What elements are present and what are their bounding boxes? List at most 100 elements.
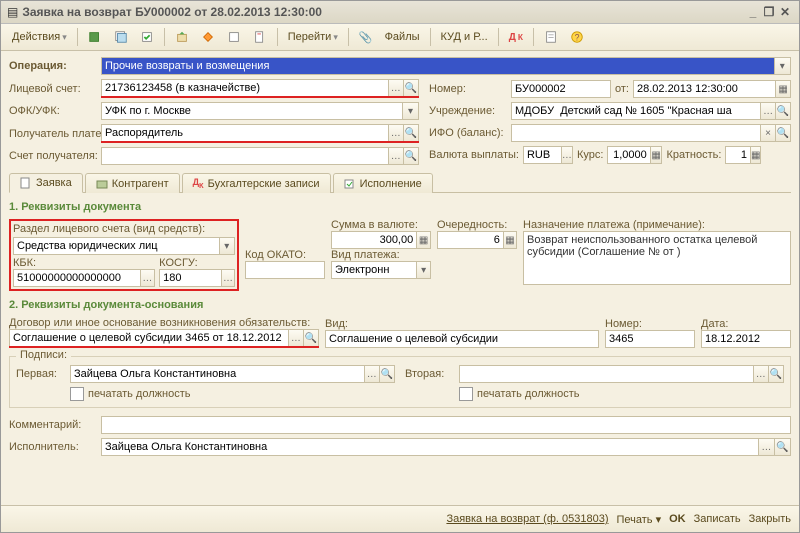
recipient-field[interactable]: … 🔍 [101, 124, 419, 142]
rate-calc[interactable]: ▦ [650, 147, 662, 163]
ofk-input[interactable] [102, 103, 402, 119]
first-sign-lookup[interactable]: … [364, 366, 379, 382]
comment-field[interactable] [101, 416, 791, 434]
toolbar-icon-6[interactable] [222, 27, 246, 47]
recipient-lookup[interactable]: … [388, 125, 403, 141]
tab-accounting[interactable]: ДКБухгалтерские записи [182, 173, 331, 193]
sum-calc[interactable]: ▦ [416, 232, 430, 248]
sum-field[interactable]: ▦ [331, 231, 431, 249]
toolbar-icon-4[interactable] [170, 27, 194, 47]
account-field[interactable]: … 🔍 [101, 79, 419, 97]
ifo-clear[interactable]: × [760, 125, 775, 141]
number-field[interactable] [511, 80, 611, 98]
close-button-bottom[interactable]: Закрыть [749, 513, 791, 525]
toolbar-icon-dk[interactable]: ДК [504, 29, 528, 46]
priority-calc[interactable]: ▦ [503, 232, 516, 248]
recipient-open[interactable]: 🔍 [403, 125, 418, 141]
currency-input[interactable] [524, 147, 561, 163]
ofk-dropdown[interactable]: ▾ [402, 103, 418, 119]
kbk-field[interactable]: … [13, 269, 155, 287]
currency-lookup[interactable]: … [561, 147, 572, 163]
purpose-field[interactable]: Возврат неиспользованного остатка целево… [523, 231, 791, 285]
toolbar-icon-5[interactable] [196, 27, 220, 47]
org-lookup[interactable]: … [760, 103, 775, 119]
save-button[interactable]: Записать [694, 513, 741, 525]
mult-input[interactable] [726, 147, 750, 163]
minimize-button[interactable]: _ [745, 5, 761, 19]
org-input[interactable] [512, 103, 760, 119]
rate-input[interactable] [608, 147, 649, 163]
ok-button[interactable]: OK [669, 513, 686, 525]
first-sign-open[interactable]: 🔍 [379, 366, 394, 382]
tab-counterparty[interactable]: Контрагент [85, 173, 180, 193]
account-input[interactable] [102, 80, 388, 96]
first-sign-field[interactable]: … 🔍 [70, 365, 395, 383]
second-sign-input[interactable] [460, 366, 753, 382]
currency-field[interactable]: … [523, 146, 573, 164]
toolbar-icon-7[interactable] [248, 27, 272, 47]
ifo-open[interactable]: 🔍 [775, 125, 790, 141]
actions-menu[interactable]: Действия▾ [7, 28, 72, 46]
mult-calc[interactable]: ▦ [750, 147, 760, 163]
close-button[interactable]: ✕ [777, 5, 793, 19]
help-icon[interactable]: ? [565, 27, 589, 47]
recip-acc-open[interactable]: 🔍 [403, 148, 418, 164]
executor-field[interactable]: … 🔍 [101, 438, 791, 456]
contract-lookup[interactable]: … [288, 330, 303, 346]
account-open[interactable]: 🔍 [403, 80, 418, 96]
priority-input[interactable] [438, 232, 503, 248]
section-input[interactable] [14, 238, 219, 254]
ifo-field[interactable]: × 🔍 [511, 124, 791, 142]
print-button[interactable]: Печать ▾ [616, 513, 661, 526]
second-print-checkbox[interactable] [459, 387, 473, 401]
toolbar-icon-1[interactable] [83, 27, 107, 47]
kosgu-input[interactable] [160, 270, 221, 286]
recip-acc-input[interactable] [102, 148, 388, 164]
operation-field[interactable]: ▾ [101, 57, 791, 75]
tab-execution[interactable]: Исполнение [333, 173, 433, 193]
go-menu[interactable]: Перейти▾ [283, 28, 343, 46]
second-sign-open[interactable]: 🔍 [768, 366, 783, 382]
contract-field[interactable]: … 🔍 [9, 329, 319, 347]
purpose-text[interactable]: Возврат неиспользованного остатка целево… [524, 232, 790, 260]
paytype-input[interactable] [332, 262, 416, 278]
toolbar-icon-report[interactable] [539, 27, 563, 47]
ofk-field[interactable]: ▾ [101, 102, 419, 120]
first-sign-input[interactable] [71, 366, 364, 382]
executor-input[interactable] [102, 439, 758, 455]
comment-input[interactable] [102, 417, 790, 433]
date-input[interactable] [634, 81, 775, 97]
mult-field[interactable]: ▦ [725, 146, 761, 164]
operation-dropdown[interactable]: ▾ [774, 58, 790, 74]
second-sign-field[interactable]: … 🔍 [459, 365, 784, 383]
account-lookup[interactable]: … [388, 80, 403, 96]
operation-input[interactable] [102, 58, 774, 74]
form-link[interactable]: Заявка на возврат (ф. 0531803) [446, 513, 608, 525]
toolbar-icon-2[interactable] [109, 27, 133, 47]
attach-icon[interactable]: 📎 [354, 28, 378, 47]
rate-field[interactable]: ▦ [607, 146, 662, 164]
second-sign-lookup[interactable]: … [753, 366, 768, 382]
contract-input[interactable] [10, 330, 288, 346]
executor-open[interactable]: 🔍 [774, 439, 790, 455]
sum-input[interactable] [332, 232, 416, 248]
kosgu-field[interactable]: … [159, 269, 235, 287]
paytype-dropdown[interactable]: ▾ [416, 262, 430, 278]
paytype-field[interactable]: ▾ [331, 261, 431, 279]
kud-button[interactable]: КУД и Р... [436, 28, 493, 46]
okato-input[interactable] [246, 262, 324, 278]
contract-open[interactable]: 🔍 [303, 330, 318, 346]
kosgu-lookup[interactable]: … [221, 270, 234, 286]
ifo-input[interactable] [512, 125, 760, 141]
number-input[interactable] [512, 81, 610, 97]
restore-button[interactable]: ❐ [761, 5, 777, 19]
recipient-input[interactable] [102, 125, 388, 141]
date-field[interactable]: ▦ [633, 80, 791, 98]
date-picker[interactable]: ▦ [775, 81, 790, 97]
recip-acc-field[interactable]: … 🔍 [101, 147, 419, 165]
recip-acc-lookup[interactable]: … [388, 148, 403, 164]
org-open[interactable]: 🔍 [775, 103, 790, 119]
files-button[interactable]: Файлы [380, 28, 425, 46]
kbk-lookup[interactable]: … [140, 270, 155, 286]
first-print-checkbox[interactable] [70, 387, 84, 401]
